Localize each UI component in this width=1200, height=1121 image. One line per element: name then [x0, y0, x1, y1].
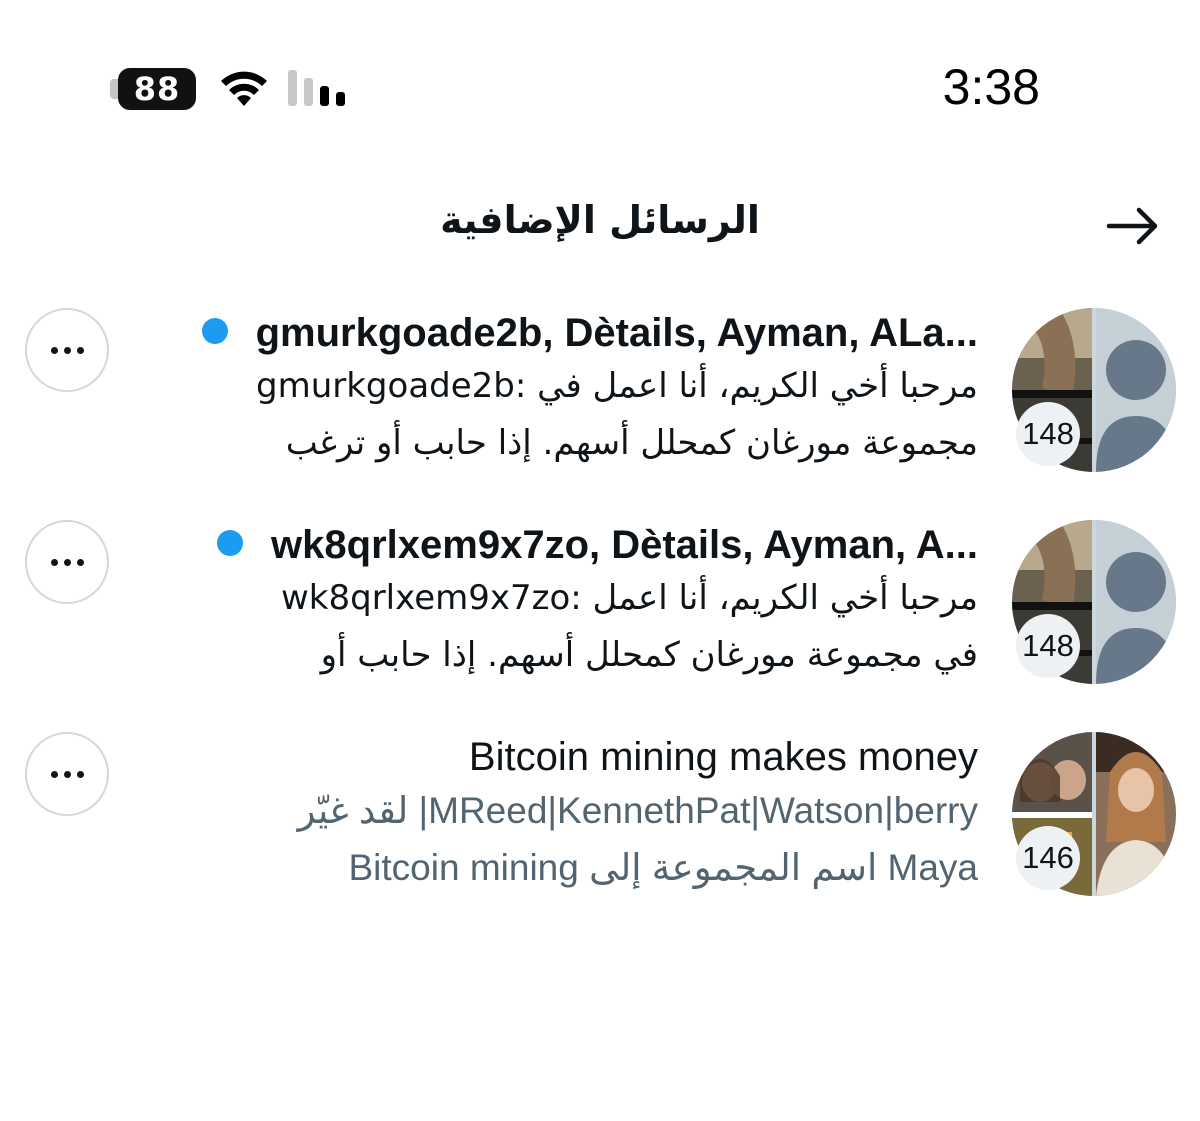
preview-line: مجموعة مورغان كمحلل أسهم. إذا حابب أو تر… — [285, 423, 978, 463]
wifi-icon — [221, 71, 267, 106]
default-avatar-icon — [1096, 520, 1176, 684]
cellular-signal-icon — [288, 70, 345, 106]
conversation-title: Bitcoin mining makes money — [138, 732, 978, 782]
member-count-badge: 148 — [1016, 614, 1080, 678]
page-title: الرسائل الإضافية — [440, 198, 760, 242]
preview-line: مرحبا أخي الكريم، أنا اعمل :wk8qrlxem9x7… — [280, 578, 978, 618]
more-horizontal-icon — [50, 770, 84, 778]
default-avatar-icon — [1096, 308, 1176, 472]
conversation-item[interactable]: wk8qrlxem9x7zo, Dètails, Ayman, A... مرح… — [0, 512, 1200, 692]
conversation-title: gmurkgoade2b, Dètails, Ayman, ALa... — [138, 308, 978, 358]
battery-icon: 88 — [118, 68, 196, 110]
more-options-button[interactable] — [25, 732, 109, 816]
clock: 3:38 — [942, 59, 1040, 115]
more-horizontal-icon — [50, 558, 84, 566]
conversation-item[interactable]: Bitcoin mining makes money MReed|Kenneth… — [0, 724, 1200, 904]
member-count-badge: 146 — [1016, 826, 1080, 890]
more-horizontal-icon — [50, 346, 84, 354]
preview-line: مرحبا أخي الكريم، أنا اعمل في :gmurkgoad… — [256, 366, 978, 406]
preview-line: MReed|KennethPat|Watson|berry| لقد غيّر — [297, 790, 978, 831]
conversation-title-text: wk8qrlxem9x7zo, Dètails, Ayman, A... — [271, 523, 978, 567]
preview-line: في مجموعة مورغان كمحلل أسهم. إذا حابب أو — [320, 635, 978, 675]
member-photo — [1096, 732, 1176, 896]
conversation-preview: MReed|KennethPat|Watson|berry| لقد غيّر … — [138, 782, 978, 896]
conversation-text: Bitcoin mining makes money MReed|Kenneth… — [138, 732, 978, 896]
member-count-badge: 148 — [1016, 402, 1080, 466]
conversation-text: gmurkgoade2b, Dètails, Ayman, ALa... مرح… — [138, 308, 978, 472]
more-options-button[interactable] — [25, 520, 109, 604]
conversation-item[interactable]: gmurkgoade2b, Dètails, Ayman, ALa... مرح… — [0, 300, 1200, 480]
battery-nub — [110, 79, 118, 99]
preview-line: Maya اسم المجموعة إلى Bitcoin mining — [348, 847, 979, 888]
unread-indicator — [201, 318, 228, 345]
header: الرسائل الإضافية — [0, 190, 1200, 270]
conversation-text: wk8qrlxem9x7zo, Dètails, Ayman, A... مرح… — [138, 520, 978, 684]
more-options-button[interactable] — [25, 308, 109, 392]
conversation-preview: مرحبا أخي الكريم، أنا اعمل في :gmurkgoad… — [138, 358, 978, 472]
conversation-title-text: Bitcoin mining makes money — [468, 735, 978, 779]
unread-indicator — [217, 530, 244, 557]
conversation-title-text: gmurkgoade2b, Dètails, Ayman, ALa... — [255, 311, 978, 355]
arrow-right-icon[interactable] — [1105, 206, 1161, 246]
status-bar: 88 3:38 — [0, 0, 1200, 180]
conversation-preview: مرحبا أخي الكريم، أنا اعمل :wk8qrlxem9x7… — [138, 570, 978, 684]
conversation-title: wk8qrlxem9x7zo, Dètails, Ayman, A... — [138, 520, 978, 570]
